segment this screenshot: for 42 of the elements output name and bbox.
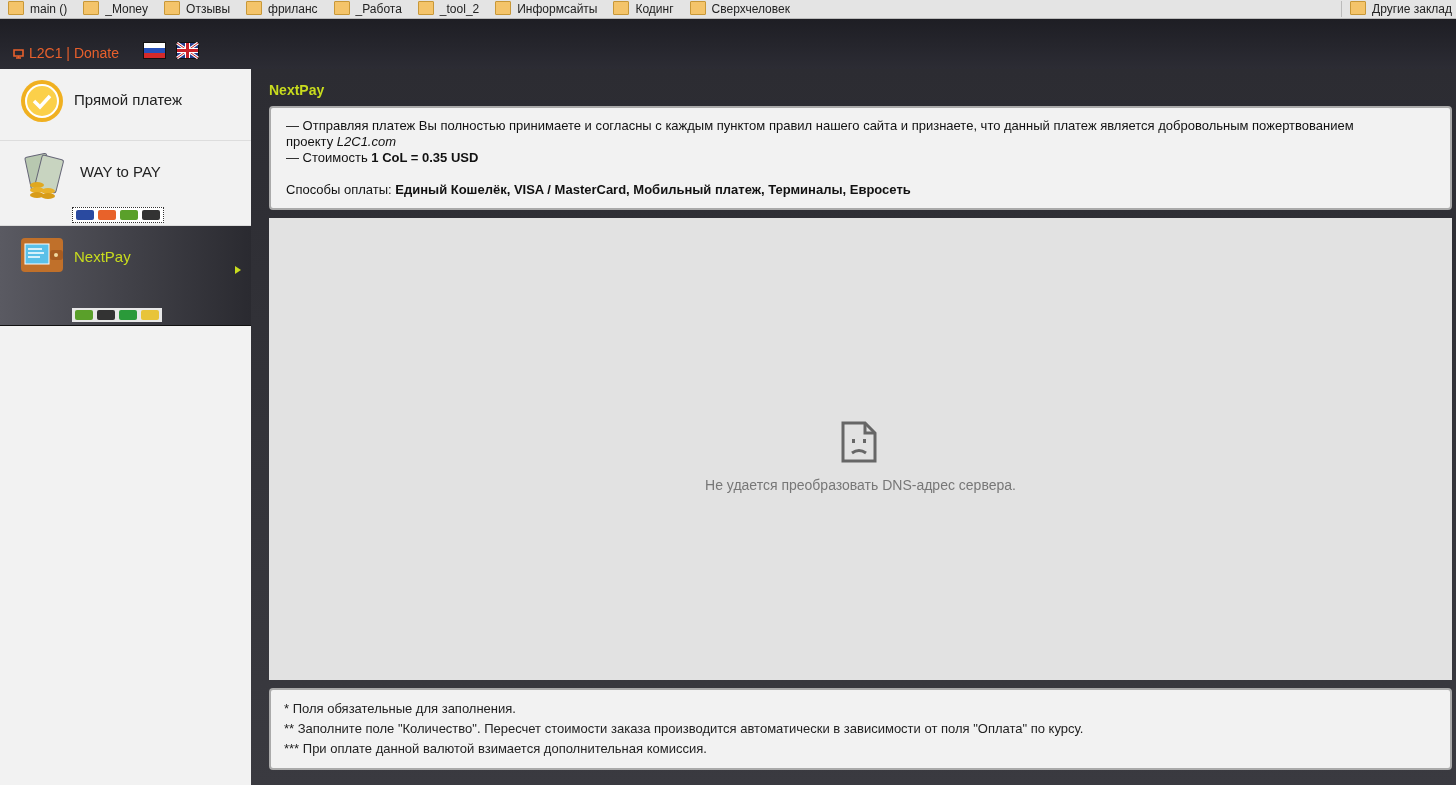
- wallet-icon: [20, 236, 64, 274]
- bookmark-item[interactable]: main (): [30, 1, 68, 17]
- bookmark-item[interactable]: Информсайты: [517, 1, 598, 17]
- sidebar-item[interactable]: NextPay: [0, 226, 251, 326]
- folder-icon: [1350, 1, 1366, 15]
- payment-methods-text: Способы оплаты: Единый Кошелёк, VISA / MasterCard, Мобильный платеж, Терминалы, Евросеть: [286, 182, 912, 198]
- folder-icon: [495, 1, 512, 15]
- item-label: Прямой платеж: [74, 91, 183, 108]
- sidebar-item[interactable]: Прямой платеж: [0, 69, 251, 141]
- folder-icon: [417, 1, 434, 15]
- folder-icon: [8, 1, 24, 15]
- note-text: *** При оплате данной валютой взимается дополнительная комиссия.: [284, 740, 708, 758]
- folder-icon: [689, 1, 706, 15]
- flag-icon[interactable]: [176, 42, 200, 59]
- badge-icon: [20, 79, 64, 123]
- folder-icon: [246, 1, 262, 15]
- arrow-icon: [235, 266, 241, 274]
- item-label: WAY to PAY: [80, 163, 161, 180]
- info-text: — Стоимость 1 CoL = 0.35 USD: [286, 150, 480, 166]
- flag-icon[interactable]: [143, 42, 167, 59]
- bookmark-item[interactable]: _Money: [105, 1, 149, 17]
- bookmark-item[interactable]: _tool_2: [439, 1, 480, 17]
- folder-icon: [83, 1, 100, 15]
- bookmark-item[interactable]: Отзывы: [186, 1, 230, 17]
- sad-file-icon: [840, 421, 877, 463]
- monitor-icon: [13, 49, 24, 59]
- bookmark-item[interactable]: Сверхчеловек: [711, 1, 790, 17]
- bookmark-item[interactable]: Кодинг: [635, 1, 674, 17]
- sidebar-item[interactable]: WAY to PAY: [0, 141, 251, 226]
- site-link[interactable]: L2C1 | Donate: [29, 45, 120, 61]
- note-text: ** Заполните поле "Количество". Пересчет стоимости заказа производится автоматически в зависимости от поля "Оплата" по курсу.: [284, 720, 1085, 738]
- folder-icon: [613, 1, 630, 15]
- folder-icon: [333, 1, 350, 15]
- folder-icon: [164, 1, 181, 15]
- error-message: Не удается преобразовать DNS-адрес сервера.: [705, 477, 1016, 493]
- bookmark-item[interactable]: фриланс: [268, 1, 318, 17]
- note-text: * Поля обязательные для заполнения.: [284, 700, 517, 718]
- bookmark-item[interactable]: _Работа: [355, 1, 402, 17]
- bookmark-item[interactable]: Другие заклад: [1372, 1, 1452, 17]
- info-text: — Отправляя платеж Вы полностью принимаете и согласны с каждым пунктом правил нашего сайта и признаете, что данный платеж является добровольным пожертвованием проекту L2C1.com: [286, 118, 1355, 150]
- page-title: NextPay: [269, 81, 326, 100]
- item-label: NextPay: [74, 248, 131, 265]
